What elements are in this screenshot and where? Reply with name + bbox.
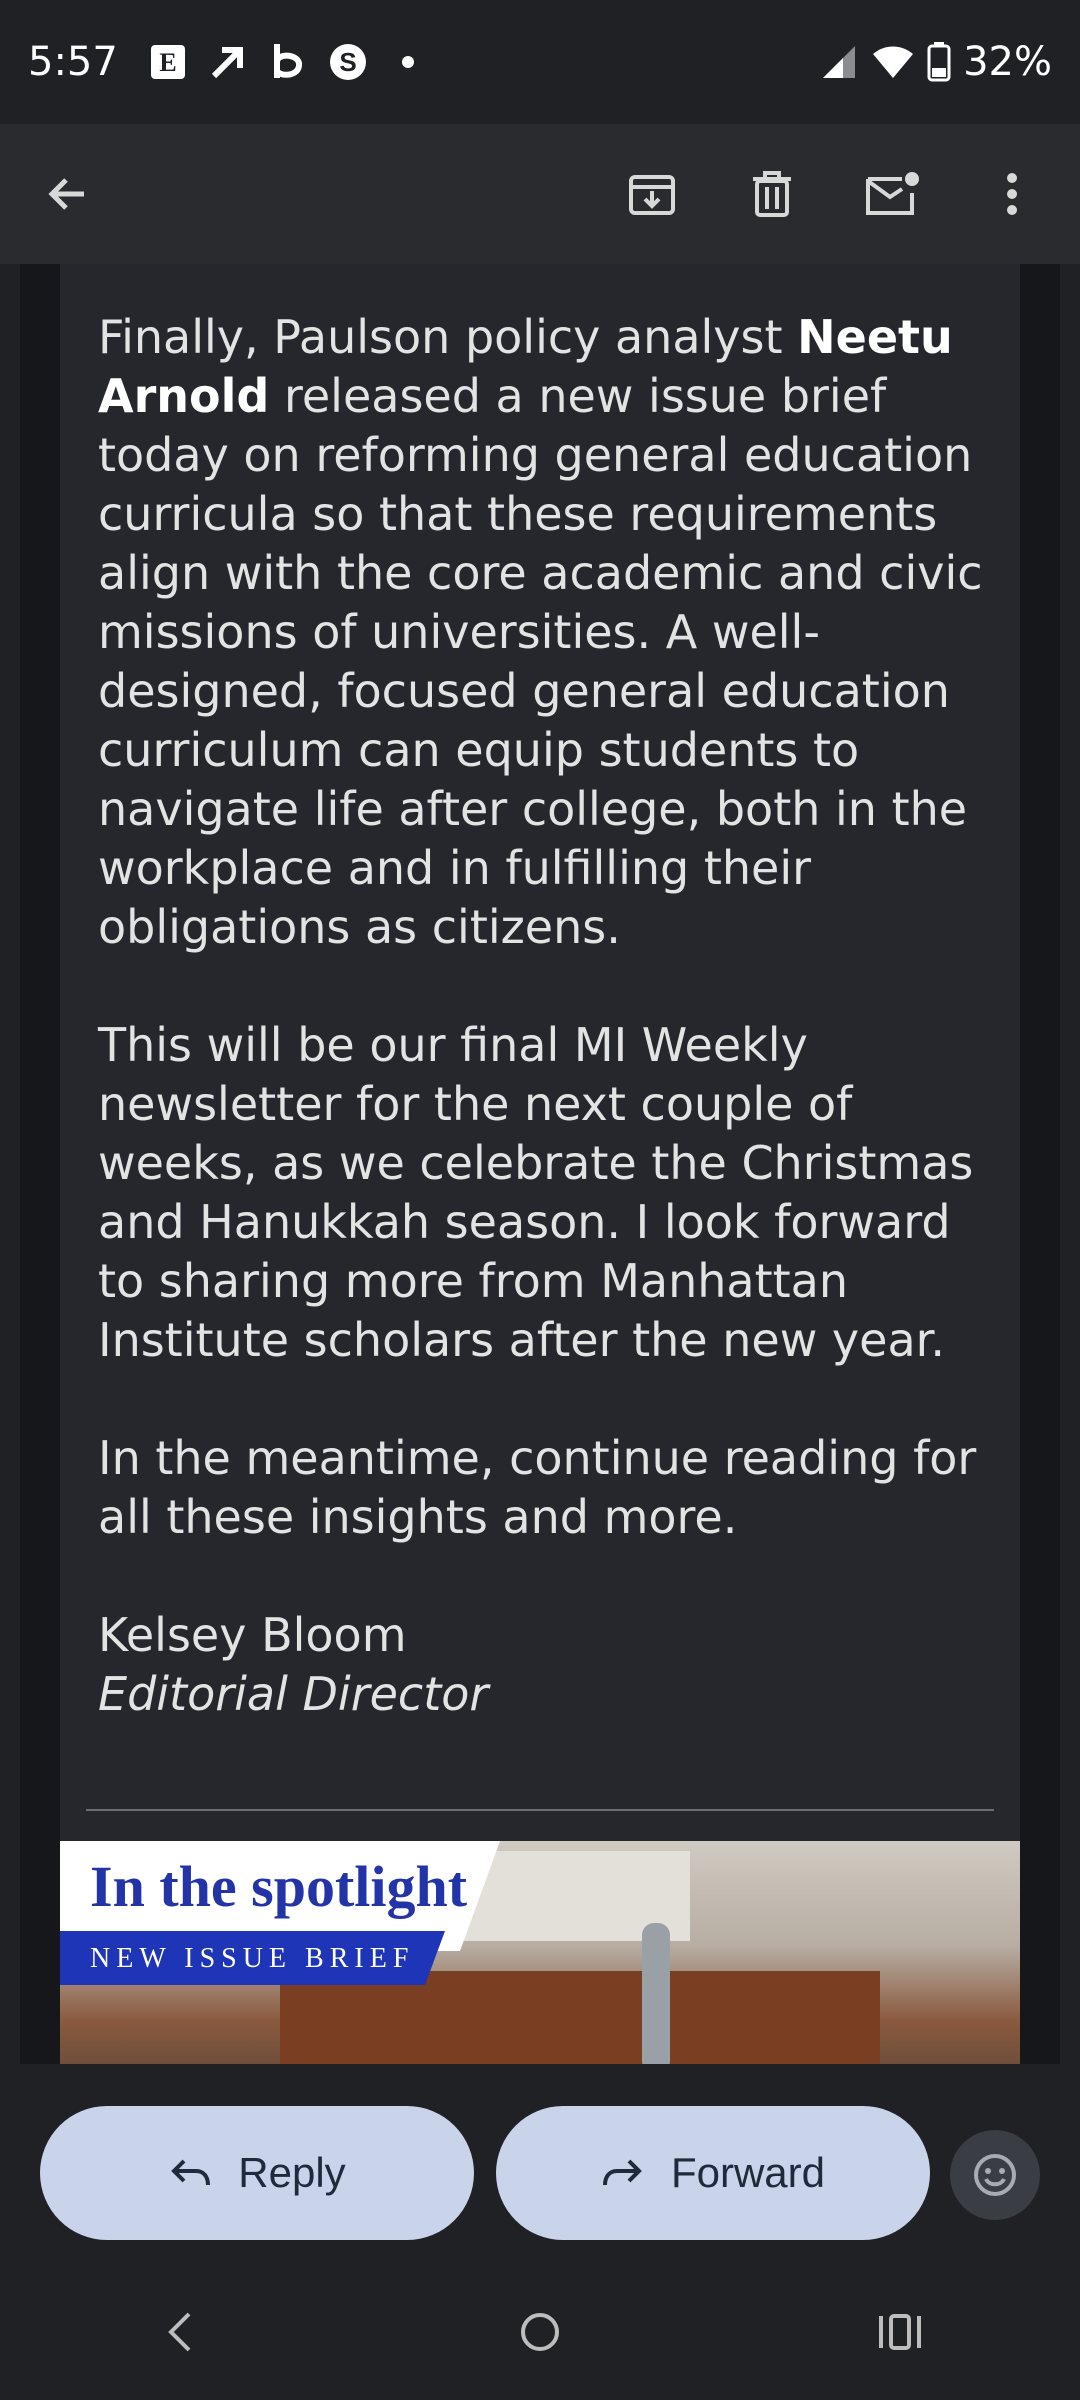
mail-unread-icon [866, 172, 919, 215]
banner-title: In the spotlight [90, 1854, 468, 1919]
banner-photo-person [642, 1923, 670, 2064]
email-content: Finally, Paulson policy analyst Neetu Ar… [98, 308, 988, 1783]
battery-percent: 32% [963, 39, 1052, 85]
signal-icon [823, 46, 856, 78]
forward-button[interactable]: Forward [496, 2106, 930, 2240]
trash-icon [753, 171, 791, 217]
nav-recents-icon [879, 2314, 921, 2350]
toolbar-actions [612, 154, 1052, 234]
signature: Kelsey Bloom Editorial Director [98, 1606, 988, 1724]
nav-home-icon [521, 2313, 559, 2351]
nav-back-button[interactable] [135, 2287, 225, 2377]
emoji-reaction-button[interactable] [950, 2130, 1040, 2220]
archive-icon [629, 175, 675, 215]
forward-icon [602, 2159, 642, 2186]
more-options-button[interactable] [972, 154, 1052, 234]
wifi-icon [873, 46, 914, 78]
nav-home-button[interactable] [495, 2287, 585, 2377]
paragraph-1: Finally, Paulson policy analyst Neetu Ar… [98, 310, 983, 954]
system-nav-bar [0, 2264, 1080, 2400]
e-notification-icon: E [144, 38, 192, 86]
email-body-scroll[interactable]: Finally, Paulson policy analyst Neetu Ar… [0, 264, 1080, 2064]
app-bar [0, 124, 1080, 264]
banner-subtitle: NEW ISSUE BRIEF [90, 1943, 415, 1974]
mark-unread-button[interactable] [852, 154, 932, 234]
reply-label: Reply [238, 2149, 346, 2196]
delete-button[interactable] [732, 154, 812, 234]
archive-button[interactable] [612, 154, 692, 234]
spotlight-banner[interactable]: In the spotlight NEW ISSUE BRIEF [60, 1841, 1020, 2064]
reply-icon [171, 2159, 211, 2186]
battery-icon [927, 42, 951, 82]
nav-recents-button[interactable] [855, 2287, 945, 2377]
svg-text:E: E [159, 48, 176, 77]
signature-name: Kelsey Bloom [98, 1608, 407, 1662]
paragraph-3: In the meantime, continue reading for al… [98, 1431, 977, 1544]
arrow-back-icon [48, 178, 84, 210]
signature-title: Editorial Director [98, 1667, 489, 1721]
s-notification-icon: S [324, 38, 372, 86]
b-notification-icon [264, 38, 312, 86]
back-button[interactable] [28, 154, 108, 234]
more-vert-icon [1007, 173, 1017, 215]
nav-back-icon [168, 2312, 191, 2352]
emoji-icon [974, 2154, 1016, 2196]
paragraph-2: This will be our final MI Weekly newslet… [98, 1018, 974, 1367]
forward-label: Forward [670, 2149, 826, 2196]
svg-text:S: S [339, 47, 356, 77]
dot-icon [384, 38, 432, 86]
bottom-actions: Reply Forward [0, 2064, 1080, 2264]
reply-button[interactable]: Reply [40, 2106, 474, 2240]
status-time: 5:57 [28, 39, 118, 85]
arrow-notification-icon [204, 38, 252, 86]
content-divider [86, 1809, 994, 1811]
status-bar: 5:57 E S 32% [0, 0, 1080, 124]
status-right: 32% [819, 39, 1052, 85]
